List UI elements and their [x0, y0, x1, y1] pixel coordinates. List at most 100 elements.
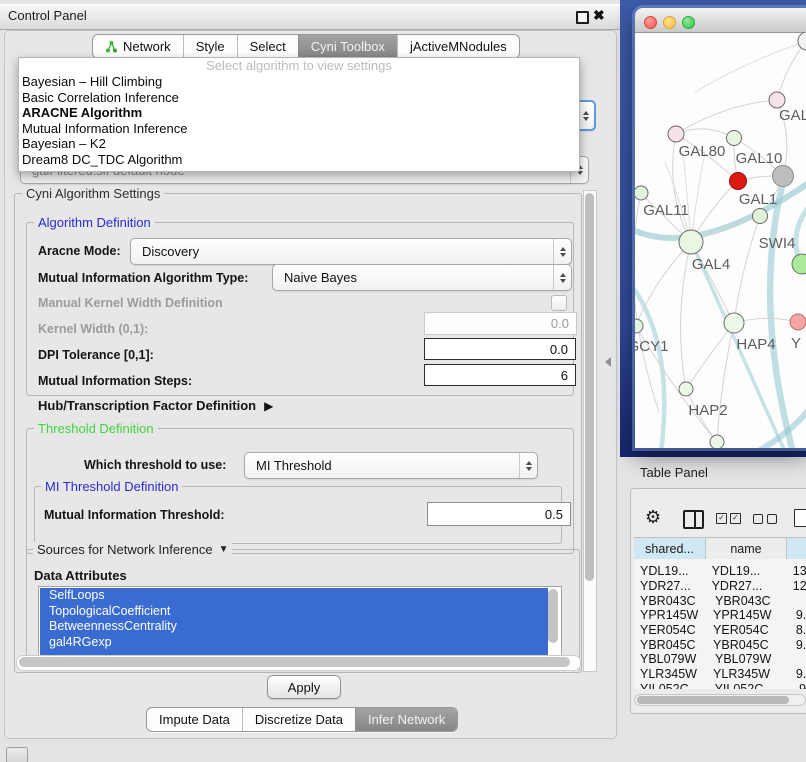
table-panel-title: Table Panel	[640, 465, 708, 480]
table-row[interactable]: YBR043CYBR043C	[634, 593, 806, 608]
network-icon	[105, 40, 118, 53]
algorithm-definition-title: Algorithm Definition	[34, 215, 155, 230]
vertical-scrollbar-thumb[interactable]	[585, 193, 594, 581]
tab-jactivemnodules[interactable]: jActiveMNodules	[397, 35, 519, 58]
data-attribute-item[interactable]: BetweennessCentrality	[40, 619, 548, 635]
select-all-columns-button[interactable]: ✓✓	[716, 513, 741, 524]
mi-type-combo[interactable]: Naive Bayes	[272, 264, 572, 291]
hub-definition-toggle[interactable]: Hub/Transcription Factor Definition ▶	[38, 398, 273, 413]
tab-style[interactable]: Style	[183, 35, 237, 58]
network-node-HAP2[interactable]	[679, 382, 693, 396]
network-node-GAL1[interactable]	[730, 173, 747, 190]
mi-threshold-field[interactable]: 0.5	[427, 502, 571, 526]
mi-type-label: Mutual Information Algorithm Type:	[38, 271, 248, 285]
kernel-width-field[interactable]: 0.0	[424, 312, 577, 335]
network-node-SWI4[interactable]	[753, 209, 768, 224]
float-window-icon[interactable]	[576, 11, 589, 24]
network-node-label: HAP2	[688, 402, 727, 419]
page-icon[interactable]	[794, 509, 806, 527]
list-scrollbar-thumb[interactable]	[548, 589, 558, 643]
table-cell: YIL052C	[634, 682, 711, 689]
network-edge	[676, 129, 734, 138]
control-panel-tabs: Network Style Select Cyni Toolbox jActiv…	[92, 34, 520, 59]
aracne-mode-label: Aracne Mode:	[38, 244, 121, 258]
table-row[interactable]: YBR045CYBR045C9.	[634, 637, 806, 652]
table-horizontal-scrollbar-thumb[interactable]	[637, 696, 789, 704]
column-header-partial[interactable]	[787, 538, 806, 559]
table-row[interactable]: YDL19...YDL19...13	[634, 564, 806, 579]
data-attribute-item[interactable]: TopologicalCoefficient	[40, 604, 548, 620]
column-header-name[interactable]: name	[706, 538, 787, 559]
minimized-panel-icon[interactable]	[6, 747, 28, 762]
network-canvas-svg[interactable]: GAL2GAL80GAL10GAL1GAL11SWI4GAL4GCY1HAP4Y…	[635, 32, 806, 448]
network-edge	[734, 216, 760, 323]
table-row[interactable]: YLR345WYLR345W9.	[634, 667, 806, 682]
zoom-traffic-icon[interactable]	[682, 16, 695, 29]
network-node-label: Y	[791, 335, 801, 352]
network-node-GAL4[interactable]	[679, 230, 703, 254]
horizontal-scrollbar-thumb[interactable]	[19, 657, 570, 667]
unselect-all-columns-button[interactable]	[753, 514, 777, 524]
tab-network[interactable]: Network	[93, 35, 183, 58]
algorithm-option[interactable]: Dream8 DC_TDC Algorithm	[19, 152, 579, 168]
data-attribute-item[interactable]: gal4RGexp	[40, 635, 548, 651]
close-traffic-icon[interactable]	[644, 16, 657, 29]
kernel-width-label: Kernel Width (0,1):	[38, 322, 148, 336]
column-header-shared[interactable]: shared...	[634, 538, 706, 559]
tab-cyni-toolbox[interactable]: Cyni Toolbox	[298, 35, 397, 58]
network-node-GAL10-hub[interactable]	[773, 166, 794, 187]
network-edge	[686, 323, 734, 389]
table-settings-button[interactable]: ⚙	[645, 508, 661, 528]
combo-arrows-icon	[553, 239, 571, 264]
split-columns-icon[interactable]	[683, 510, 704, 529]
dpi-tolerance-field[interactable]: 0.0	[424, 338, 576, 360]
which-threshold-label: Which threshold to use:	[84, 458, 226, 472]
sources-toggle[interactable]: Sources for Network Inference ▼	[33, 542, 232, 557]
which-threshold-combo[interactable]: MI Threshold	[244, 452, 538, 479]
algorithm-option[interactable]: Bayesian – Hill Climbing	[19, 74, 579, 90]
aracne-mode-combo[interactable]: Discovery	[130, 238, 572, 265]
manual-kernel-checkbox[interactable]	[551, 295, 567, 311]
tab-discretize-data[interactable]: Discretize Data	[242, 708, 355, 731]
control-panel-titlebar	[0, 4, 620, 30]
network-node-HAP4[interactable]	[724, 313, 744, 333]
data-attribute-item[interactable]: SelfLoops	[40, 588, 548, 604]
mi-steps-label: Mutual Information Steps:	[38, 374, 192, 388]
network-node-Y-salmon[interactable]	[790, 314, 806, 330]
data-attributes-listbox: SelfLoopsTopologicalCoefficientBetweenne…	[38, 586, 562, 656]
close-icon[interactable]: ✖	[593, 7, 605, 24]
table-cell: YLR345W	[634, 667, 709, 681]
hub-definition-label: Hub/Transcription Factor Definition	[38, 398, 256, 413]
mi-steps-field[interactable]: 6	[424, 364, 576, 386]
divider-collapse-icon[interactable]	[605, 357, 611, 367]
table-row[interactable]: YER054CYER054C8.	[634, 623, 806, 638]
tab-impute-data[interactable]: Impute Data	[147, 708, 242, 731]
network-node-GAL10[interactable]	[727, 131, 742, 146]
table-cell: 9.	[791, 667, 806, 681]
minimize-traffic-icon[interactable]	[663, 16, 676, 29]
tab-select[interactable]: Select	[237, 35, 298, 58]
network-node-right-green[interactable]	[792, 254, 806, 274]
algorithm-option[interactable]: Mutual Information Inference	[19, 121, 579, 137]
table-row[interactable]: YBL079WYBL079W	[634, 652, 806, 667]
tab-infer-network[interactable]: Infer Network	[355, 708, 457, 731]
table-cell: YDR27...	[708, 579, 788, 593]
network-node-GAL2[interactable]	[769, 92, 785, 108]
algorithm-option[interactable]: Basic Correlation Inference	[19, 90, 579, 106]
network-node-label: GAL80	[679, 143, 726, 160]
network-node-GAL11[interactable]	[635, 186, 648, 200]
network-edge	[691, 152, 705, 242]
network-node-bottom[interactable]	[710, 435, 724, 448]
table-row[interactable]: YIL052CYIL052C9	[634, 682, 806, 690]
network-node-GAL80[interactable]	[668, 126, 684, 142]
algorithm-option[interactable]: Bayesian – K2	[19, 136, 579, 152]
network-window-titlebar[interactable]	[635, 8, 806, 33]
network-node-top-partial[interactable]	[798, 32, 806, 50]
table-row[interactable]: YPR145WYPR145W9.	[634, 608, 806, 623]
table-cell: 9	[794, 682, 806, 689]
network-node-GCY1[interactable]	[635, 319, 643, 333]
apply-button[interactable]: Apply	[267, 675, 341, 699]
table-row[interactable]: YDR27...YDR27...12	[634, 579, 806, 594]
algorithm-option[interactable]: ARACNE Algorithm	[19, 105, 579, 121]
network-edge	[717, 323, 734, 442]
